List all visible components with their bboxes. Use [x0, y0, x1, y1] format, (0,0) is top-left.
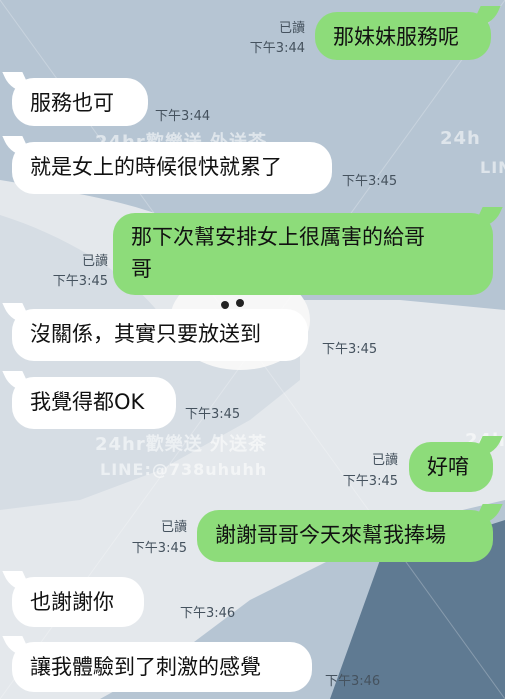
read-receipt: 已讀: [81, 254, 108, 269]
message-time: 下午3:46: [180, 606, 236, 621]
message-text-line2: 哥: [131, 257, 152, 281]
message-bubble-outgoing[interactable]: 好唷: [409, 442, 493, 492]
message-text: 也謝謝你: [30, 590, 114, 614]
message-text: 那妹妹服務呢: [333, 25, 459, 49]
message-bubble-incoming[interactable]: 也謝謝你: [12, 577, 144, 627]
chat-messages: 已讀 下午3:44 那妹妹服務呢 服務也可 下午3:44 就是女上的時候很快就累…: [0, 0, 505, 699]
message-text: 沒關係，其實只要放送到: [30, 322, 261, 346]
message-time: 下午3:45: [131, 541, 187, 556]
message-time: 下午3:44: [155, 109, 211, 124]
message-time: 下午3:45: [185, 407, 241, 422]
message-bubble-incoming[interactable]: 我覺得都OK: [12, 377, 176, 429]
message-bubble-incoming[interactable]: 沒關係，其實只要放送到: [12, 309, 308, 361]
message-bubble-incoming[interactable]: 服務也可: [12, 78, 148, 126]
message-text: 就是女上的時候很快就累了: [30, 155, 282, 179]
message-bubble-outgoing[interactable]: 那下次幫安排女上很厲害的給哥 哥: [113, 213, 493, 295]
message-text: 服務也可: [30, 91, 114, 115]
message-time: 下午3:45: [52, 274, 108, 289]
message-text: 讓我體驗到了刺激的感覺: [30, 655, 261, 679]
read-receipt: 已讀: [278, 21, 305, 36]
message-bubble-incoming[interactable]: 讓我體驗到了刺激的感覺: [12, 642, 312, 692]
read-receipt: 已讀: [160, 520, 187, 535]
message-time: 下午3:45: [342, 474, 398, 489]
message-text: 我覺得都OK: [30, 390, 145, 414]
message-bubble-outgoing[interactable]: 謝謝哥哥今天來幫我捧場: [197, 510, 493, 562]
message-bubble-incoming[interactable]: 就是女上的時候很快就累了: [12, 142, 332, 194]
message-text: 謝謝哥哥今天來幫我捧場: [215, 523, 446, 547]
message-time: 下午3:45: [322, 342, 378, 357]
message-bubble-outgoing[interactable]: 那妹妹服務呢: [315, 12, 491, 60]
message-time: 下午3:45: [342, 174, 398, 189]
message-time: 下午3:46: [325, 674, 381, 689]
message-time: 下午3:44: [249, 41, 305, 56]
message-text-line1: 那下次幫安排女上很厲害的給哥: [131, 225, 425, 249]
message-text: 好唷: [427, 455, 469, 479]
read-receipt: 已讀: [371, 453, 398, 468]
